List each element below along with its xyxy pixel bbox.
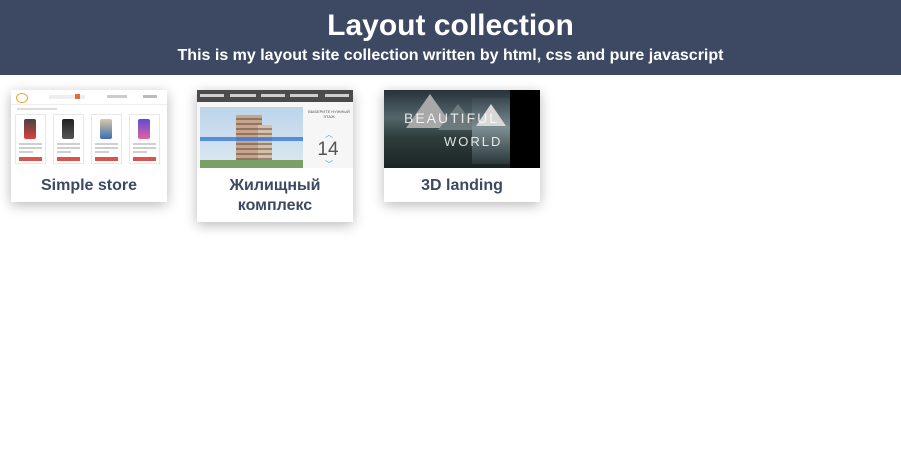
chevron-up-icon: ︿ <box>325 130 333 139</box>
3d-landing-preview: BEAUTIFUL WORLD <box>384 90 540 168</box>
site-header: Layout collection This is my layout site… <box>0 0 901 75</box>
page-subtitle: This is my layout site collection writte… <box>177 47 724 64</box>
hero-word-1: BEAUTIFUL <box>404 110 500 126</box>
buy-button <box>95 157 118 161</box>
floor-number: 14 <box>317 139 339 160</box>
building-photo <box>200 107 303 168</box>
housing-complex-preview: ВЫБЕРИТЕ НУЖНЫЙ ЭТАЖ ︿ 14 ﹀ <box>197 90 353 168</box>
layout-card-housing-complex[interactable]: ВЫБЕРИТЕ НУЖНЫЙ ЭТАЖ ︿ 14 ﹀ Жилищный ком… <box>197 90 353 222</box>
breadcrumb <box>17 108 57 110</box>
buy-button <box>19 157 42 161</box>
card-title: 3D landing <box>421 177 503 194</box>
floor-highlight <box>200 137 303 141</box>
product-tile <box>129 114 160 164</box>
logo-icon <box>16 93 28 103</box>
store-topbar <box>11 90 167 105</box>
product-tile <box>15 114 46 164</box>
chevron-down-icon: ﹀ <box>325 160 333 169</box>
card-title: Simple store <box>40 177 138 194</box>
phone-image <box>62 119 74 139</box>
simple-store-preview <box>11 90 167 168</box>
search-icon <box>75 94 80 99</box>
page-title: Layout collection <box>327 9 574 42</box>
card-title: Жилищный комплекс <box>229 177 321 214</box>
phone-image <box>24 119 36 139</box>
phone-image <box>100 119 112 139</box>
account-link <box>143 95 157 98</box>
cart-link <box>107 95 127 98</box>
choose-floor-label: ВЫБЕРИТЕ НУЖНЫЙ ЭТАЖ <box>308 109 350 119</box>
product-tile <box>91 114 122 164</box>
layout-card-simple-store[interactable]: Simple store <box>11 90 167 202</box>
buy-button <box>57 157 80 161</box>
buy-button <box>133 157 156 161</box>
layout-card-3d-landing[interactable]: BEAUTIFUL WORLD 3D landing <box>384 90 540 202</box>
hero-word-2: WORLD <box>444 134 503 149</box>
preview-navbar <box>197 90 353 102</box>
phone-image <box>138 119 150 139</box>
landscape-panel-image <box>472 98 510 164</box>
product-tile <box>53 114 84 164</box>
